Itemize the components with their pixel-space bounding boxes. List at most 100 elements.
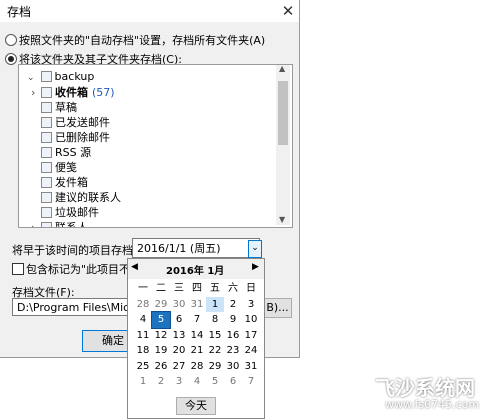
calendar-day[interactable]: 26 <box>152 359 170 375</box>
tree-item-label: 垃圾邮件 <box>55 206 99 219</box>
calendar-day[interactable]: 31 <box>188 297 206 313</box>
calendar-day[interactable]: 3 <box>170 374 188 390</box>
today-button[interactable]: 今天 <box>176 397 216 415</box>
calendar-day[interactable]: 10 <box>242 312 260 328</box>
archive-date-field[interactable]: 2016/1/1 (周五) <box>132 238 260 258</box>
prev-month-icon[interactable]: ◀ <box>131 262 138 272</box>
calendar-day[interactable]: 14 <box>188 328 206 344</box>
calendar-day[interactable]: 29 <box>152 297 170 313</box>
calendar-day[interactable]: 24 <box>242 343 260 359</box>
calendar-day[interactable]: 15 <box>206 328 224 344</box>
calendar-day[interactable]: 1 <box>134 374 152 390</box>
calendar-day[interactable]: 4 <box>188 374 206 390</box>
tree-item-label: 草稿 <box>55 101 77 114</box>
calendar-day[interactable]: 9 <box>224 312 242 328</box>
calendar-day[interactable]: 20 <box>170 343 188 359</box>
tree-item[interactable]: RSS 源 <box>41 145 91 160</box>
mailbox-icon <box>40 71 52 82</box>
tree-item-label: 便笺 <box>55 161 77 174</box>
calendar-day[interactable]: 7 <box>188 312 206 328</box>
calendar-day[interactable]: 6 <box>170 312 188 328</box>
archive-folder-radio[interactable] <box>5 53 17 65</box>
calendar-day[interactable]: 5 <box>206 374 224 390</box>
close-icon[interactable]: ✕ <box>277 0 299 22</box>
tree-item-label: 联系人 <box>55 221 88 228</box>
tree-item[interactable]: 草稿 <box>41 100 77 115</box>
calendar-day[interactable]: 2 <box>152 374 170 390</box>
tree-item[interactable]: 已发送邮件 <box>41 115 110 130</box>
chevron-right-icon[interactable]: › <box>31 220 35 227</box>
calendar-day[interactable]: 1 <box>206 296 224 312</box>
calendar-popup: ◀ 2016年 1月 ▶ 一二三四五六日 28 29 30 31 1 2 3 4 5 6 7 8 9 10 1… <box>127 258 265 419</box>
calendar-day[interactable]: 7 <box>242 374 260 390</box>
calendar-month: 2016年 1月 <box>166 266 225 277</box>
calendar-grid: 一二三四五六日 28 29 30 31 1 2 3 4 5 6 7 8 9 10 11 12 13 14 15 16 17… <box>134 281 260 390</box>
calendar-day[interactable]: 4 <box>134 312 152 328</box>
calendar-day[interactable]: 23 <box>224 343 242 359</box>
weekday-header: 日 <box>246 283 256 294</box>
calendar-day[interactable]: 28 <box>188 359 206 375</box>
calendar-day[interactable]: 13 <box>170 328 188 344</box>
window-title: 存档 <box>7 5 32 19</box>
calendar-day[interactable]: 21 <box>188 343 206 359</box>
calendar-day[interactable]: 30 <box>170 297 188 313</box>
calendar-day[interactable]: 22 <box>206 343 224 359</box>
tree-root-label: backup <box>54 70 95 83</box>
calendar-day[interactable]: 12 <box>152 328 170 344</box>
calendar-day[interactable]: 31 <box>242 359 260 375</box>
tree-item[interactable]: › 收件箱 (57) <box>31 85 115 100</box>
weekday-header: 一 <box>138 283 148 294</box>
title-bar: 存档 ✕ <box>0 0 299 22</box>
calendar-day[interactable]: 30 <box>224 359 242 375</box>
tree-item-label: 已发送邮件 <box>55 116 110 129</box>
folder-icon <box>41 102 52 113</box>
next-month-icon[interactable]: ▶ <box>252 262 259 272</box>
folder-tree: ⌄ backup › 收件箱 (57) 草稿已发送邮件 已删除邮件 RSS 源便笺发件箱建议… <box>18 64 293 228</box>
scroll-down-icon[interactable]: ▼ <box>279 215 285 224</box>
folder-icon <box>41 177 52 188</box>
tree-item[interactable]: 建议的联系人 <box>41 190 121 205</box>
chevron-down-icon[interactable]: ⌄ <box>248 240 262 258</box>
calendar-day[interactable]: 5 <box>151 311 171 329</box>
scroll-up-icon[interactable]: ▲ <box>279 64 285 73</box>
tree-item[interactable]: 便笺 <box>41 160 77 175</box>
calendar-day[interactable]: 19 <box>152 343 170 359</box>
folder-icon <box>41 207 52 218</box>
calendar-day[interactable]: 3 <box>242 297 260 313</box>
tree-item[interactable]: 垃圾邮件 <box>41 205 99 220</box>
archive-all-radio[interactable] <box>5 34 17 46</box>
tree-item[interactable]: 已删除邮件 <box>41 130 110 145</box>
tree-item[interactable]: › 联系人 <box>31 220 88 228</box>
archive-date-value: 2016/1/1 (周五) <box>137 242 221 255</box>
weekday-header: 六 <box>228 283 238 294</box>
calendar-day[interactable]: 6 <box>224 374 242 390</box>
calendar-day[interactable]: 18 <box>134 343 152 359</box>
archive-file-path-text: D:\Program Files\Microsof <box>17 301 129 314</box>
calendar-day[interactable]: 8 <box>206 312 224 328</box>
calendar-day[interactable]: 27 <box>170 359 188 375</box>
calendar-day[interactable]: 2 <box>224 297 242 313</box>
weekday-header: 三 <box>174 283 184 294</box>
chevron-down-icon[interactable]: ⌄ <box>27 73 35 83</box>
calendar-day[interactable]: 28 <box>134 297 152 313</box>
browse-button[interactable]: B)... <box>263 298 292 318</box>
watermark-url: www.fs0745.com <box>385 398 480 411</box>
folder-icon <box>41 132 52 143</box>
tree-item-label: 发件箱 <box>55 176 88 189</box>
weekday-header: 五 <box>210 283 220 294</box>
calendar-header: ◀ 2016年 1月 ▶ <box>128 259 264 279</box>
tree-root[interactable]: ⌄ backup <box>27 69 94 84</box>
calendar-day[interactable]: 11 <box>134 328 152 344</box>
calendar-day[interactable]: 29 <box>206 359 224 375</box>
tree-scroll-thumb[interactable] <box>278 81 288 145</box>
chevron-right-icon[interactable]: › <box>31 85 35 100</box>
calendar-day[interactable]: 25 <box>134 359 152 375</box>
watermark-text: 飞沙系统网 <box>375 376 475 400</box>
tree-item-label: RSS 源 <box>55 146 92 159</box>
calendar-day[interactable]: 17 <box>242 328 260 344</box>
include-checkbox[interactable] <box>12 263 24 275</box>
tree-item[interactable]: 发件箱 <box>41 175 88 190</box>
tree-item-label: 建议的联系人 <box>55 191 121 204</box>
calendar-day[interactable]: 16 <box>224 328 242 344</box>
archive-file-path[interactable]: D:\Program Files\Microsof <box>12 298 130 316</box>
